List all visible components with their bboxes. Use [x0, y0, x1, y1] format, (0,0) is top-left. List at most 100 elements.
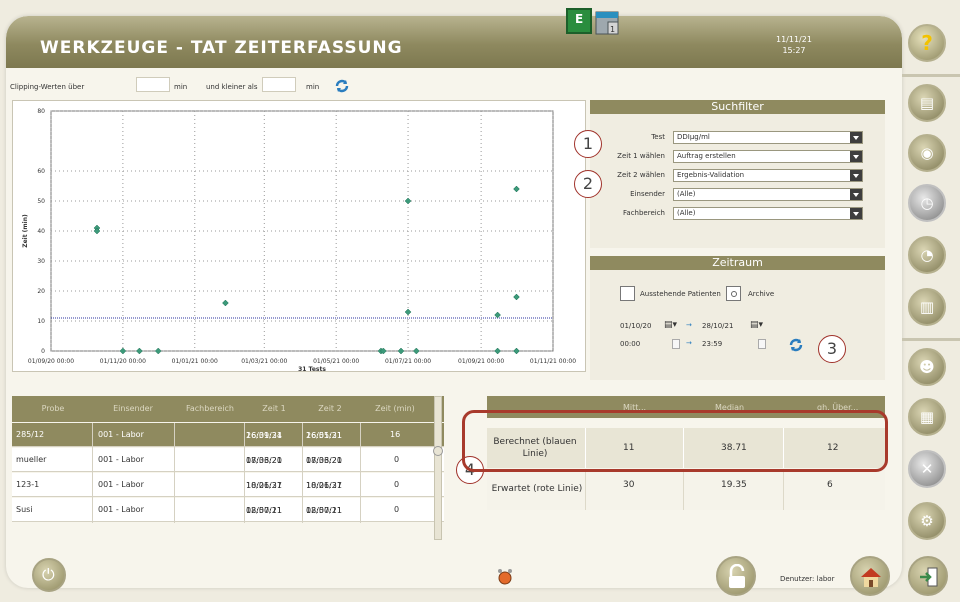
calendar-icon[interactable]: ▤▾ — [664, 320, 677, 330]
home-button[interactable] — [850, 556, 890, 596]
filter-label: Zeit 1 wählen — [617, 152, 665, 160]
spinner-icon[interactable] — [672, 339, 680, 349]
clock-icon: ◷ — [920, 194, 934, 212]
table-row[interactable]: mueller 001 - Labor 08/06/21 17:33:20 08/… — [12, 448, 444, 472]
clock-button[interactable]: ◷ — [908, 184, 946, 222]
fachbereich-select[interactable]: (Alle) — [673, 207, 863, 220]
alarm-button[interactable]: ◔ — [908, 236, 946, 274]
column-divider — [585, 470, 586, 510]
cell-time: 16:55:31 — [306, 431, 342, 440]
col-einsender[interactable]: Einsender — [108, 404, 158, 413]
filter-row-test: Test DDIμg/ml — [590, 131, 885, 145]
alarm-clock-icon[interactable] — [496, 568, 514, 586]
database-icon[interactable]: 1 — [594, 8, 624, 38]
date-from-field[interactable]: 01/10/20 — [620, 322, 651, 330]
lock-icon — [729, 564, 745, 588]
chart-svg: 0 10 20 30 40 50 60 80 01/09/20 00:00 01/11/20 00… — [22, 108, 576, 373]
cell-minutes: 0 — [394, 455, 400, 464]
refresh-icon[interactable] — [788, 338, 804, 352]
sidebar-divider — [902, 74, 960, 77]
scroll-handle[interactable] — [433, 446, 443, 456]
dropdown-arrow-icon[interactable] — [850, 132, 862, 143]
x-tick-label: 01/07/21 00:00 — [385, 358, 431, 365]
documents-button[interactable]: ▥ — [908, 288, 946, 326]
svg-text:1: 1 — [610, 25, 615, 34]
user-label: Denutzer: labor — [780, 575, 835, 583]
power-button[interactable] — [32, 558, 66, 592]
filter-title: Suchfilter — [590, 100, 885, 114]
cell-probe: 123-1 — [16, 480, 40, 489]
clock-display: 11/11/21 15:27 — [776, 34, 812, 56]
column-divider — [244, 423, 245, 523]
zeit1-select[interactable]: Auftrag erstellen — [673, 150, 863, 163]
table-row[interactable]: 285/12 001 - Labor 26/01/21 16:39:34 26/0… — [12, 423, 444, 447]
column-divider — [783, 470, 784, 510]
dropdown-arrow-icon[interactable] — [850, 189, 862, 200]
col-zeit-min[interactable]: Zeit (min) — [364, 404, 426, 413]
clip-max-input[interactable] — [262, 77, 296, 92]
settings-button[interactable]: ⚙ — [908, 502, 946, 540]
clip-unit2: min — [306, 83, 320, 91]
x-tick-label: 01/11/21 00:00 — [530, 358, 576, 365]
cell-minutes: 16 — [390, 430, 401, 439]
annotation-3: 3 — [818, 335, 846, 363]
x-tick-label: 01/11/20 00:00 — [100, 358, 146, 365]
profile-icon: ☻ — [919, 358, 935, 376]
time-from-field[interactable]: 00:00 — [620, 340, 640, 348]
col-zeit1[interactable]: Zeit 1 — [252, 404, 296, 413]
cell-einsender: 001 - Labor — [98, 455, 144, 464]
col-probe[interactable]: Probe — [32, 404, 74, 413]
zeit2-select[interactable]: Ergebnis-Validation — [673, 169, 863, 182]
cell-einsender: 001 - Labor — [98, 430, 144, 439]
dropdown-arrow-icon[interactable] — [850, 208, 862, 219]
profile-button[interactable]: ☻ — [908, 348, 946, 386]
dropdown-arrow-icon[interactable] — [850, 151, 862, 162]
plot-area — [50, 110, 554, 352]
disc-button[interactable]: ◉ — [908, 134, 946, 172]
table-row[interactable]: 123-1 001 - Labor 10/06/21 18:21:37 10/06… — [12, 473, 444, 497]
help-icon: ? — [921, 31, 933, 55]
col-zeit2[interactable]: Zeit 2 — [308, 404, 352, 413]
table-scrollbar[interactable] — [434, 396, 442, 540]
refresh-icon[interactable] — [334, 79, 350, 93]
select-value: (Alle) — [677, 209, 696, 217]
test-select[interactable]: DDIμg/ml — [673, 131, 863, 144]
chart-button[interactable]: ▦ — [908, 398, 946, 436]
select-value: Ergebnis-Validation — [677, 171, 745, 179]
print-button[interactable]: ▤ — [908, 84, 946, 122]
archive-label: Archive — [748, 290, 775, 298]
einsender-select[interactable]: (Alle) — [673, 188, 863, 201]
e-icon[interactable]: E — [566, 8, 592, 34]
col-fachbereich[interactable]: Fachbereich — [174, 404, 246, 413]
tools-button[interactable]: ✕ — [908, 450, 946, 488]
highlight-box — [462, 410, 888, 472]
stats-row-erwartet: Erwartet (rote Linie) 30 19.35 6 — [487, 470, 885, 510]
calendar-icon[interactable]: ▤▾ — [750, 320, 763, 330]
filter-panel: Suchfilter Test DDIμg/ml Zeit 1 wählen A… — [590, 100, 885, 248]
header-bar: WERKZEUGE - TAT ZEITERFASSUNG 11/11/21 1… — [6, 16, 902, 68]
y-tick-label: 20 — [37, 288, 45, 295]
clip-min-input[interactable] — [136, 77, 170, 92]
select-value: Auftrag erstellen — [677, 152, 736, 160]
y-tick-label: 40 — [37, 228, 45, 235]
cell-time: 17:33:20 — [306, 456, 342, 465]
lock-button[interactable] — [716, 556, 756, 596]
time-to-field[interactable]: 23:59 — [702, 340, 722, 348]
spinner-icon[interactable] — [758, 339, 766, 349]
filter-label: Test — [651, 133, 665, 141]
help-button[interactable]: ? — [908, 24, 946, 62]
x-tick-label: 01/05/21 00:00 — [313, 358, 359, 365]
filter-label: Einsender — [630, 190, 665, 198]
cell-einsender: 001 - Labor — [98, 505, 144, 514]
dropdown-arrow-icon[interactable] — [850, 170, 862, 181]
date-to-field[interactable]: 28/10/21 — [702, 322, 733, 330]
y-tick-label: 60 — [37, 168, 45, 175]
filter-label: Zeit 2 wählen — [617, 171, 665, 179]
archive-radio[interactable] — [726, 286, 741, 301]
y-tick-label: 30 — [37, 258, 45, 265]
pending-checkbox[interactable] — [620, 286, 635, 301]
arrow-icon: → — [686, 321, 692, 329]
table-row[interactable]: Susi 001 - Labor 08/07/21 12:50:11 08/07/… — [12, 498, 444, 522]
date-label: 11/11/21 — [776, 35, 812, 44]
disc-icon: ◉ — [920, 144, 934, 162]
